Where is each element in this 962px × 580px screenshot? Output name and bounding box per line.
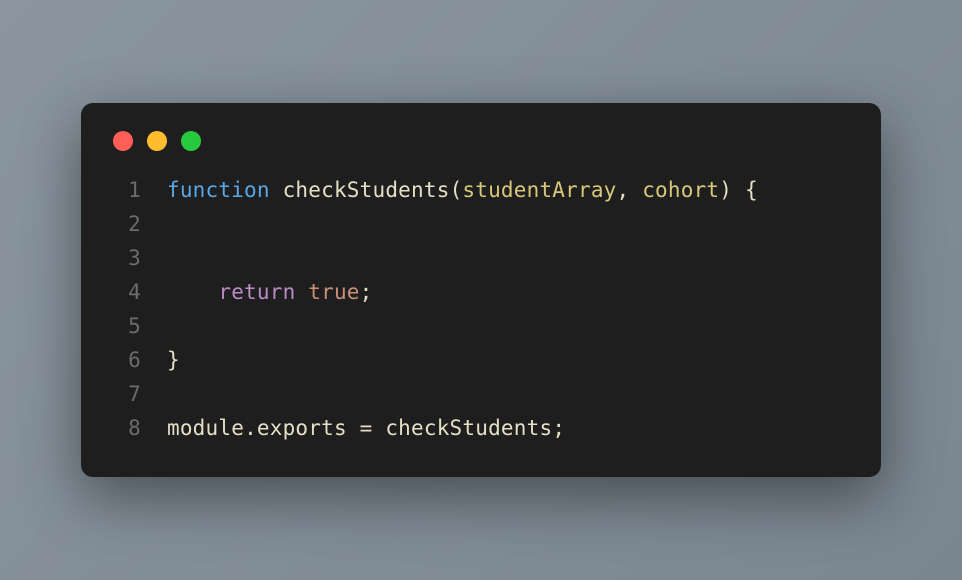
zoom-icon[interactable] (181, 131, 201, 151)
token (167, 280, 218, 304)
code-line: 4 return true; (109, 275, 853, 309)
line-number: 7 (109, 377, 141, 411)
token: = (347, 416, 386, 440)
code-line: 8 module.exports = checkStudents; (109, 411, 853, 445)
token: } (167, 348, 180, 372)
code-line: 1 function checkStudents(studentArray, co… (109, 173, 853, 207)
token: module (167, 416, 244, 440)
token: checkStudents (385, 416, 552, 440)
line-number: 6 (109, 343, 141, 377)
line-content (167, 309, 853, 343)
line-content (167, 377, 853, 411)
code-line: 2 (109, 207, 853, 241)
token: studentArray (462, 178, 616, 202)
token: ; (360, 280, 373, 304)
token: , (617, 178, 643, 202)
token: ( (450, 178, 463, 202)
close-icon[interactable] (113, 131, 133, 151)
code-block: 1function checkStudents(studentArray, co… (109, 173, 853, 445)
token: cohort (642, 178, 719, 202)
token: true (308, 280, 359, 304)
code-window: 1function checkStudents(studentArray, co… (81, 103, 881, 477)
line-number: 3 (109, 241, 141, 275)
line-number: 1 (109, 173, 141, 207)
code-line: 7 (109, 377, 853, 411)
minimize-icon[interactable] (147, 131, 167, 151)
code-line: 3 (109, 241, 853, 275)
line-number: 2 (109, 207, 141, 241)
code-line: 6} (109, 343, 853, 377)
token: exports (257, 416, 347, 440)
token: return (218, 280, 308, 304)
line-content: function checkStudents(studentArray, coh… (167, 173, 853, 207)
line-content (167, 241, 853, 275)
token: ) { (719, 178, 758, 202)
token: function (167, 178, 283, 202)
titlebar (109, 127, 853, 173)
line-number: 8 (109, 411, 141, 445)
line-content (167, 207, 853, 241)
line-content: return true; (167, 275, 853, 309)
token: ; (552, 416, 565, 440)
token: . (244, 416, 257, 440)
line-content: module.exports = checkStudents; (167, 411, 853, 445)
line-number: 4 (109, 275, 141, 309)
line-content: } (167, 343, 853, 377)
code-line: 5 (109, 309, 853, 343)
token: checkStudents (283, 178, 450, 202)
line-number: 5 (109, 309, 141, 343)
